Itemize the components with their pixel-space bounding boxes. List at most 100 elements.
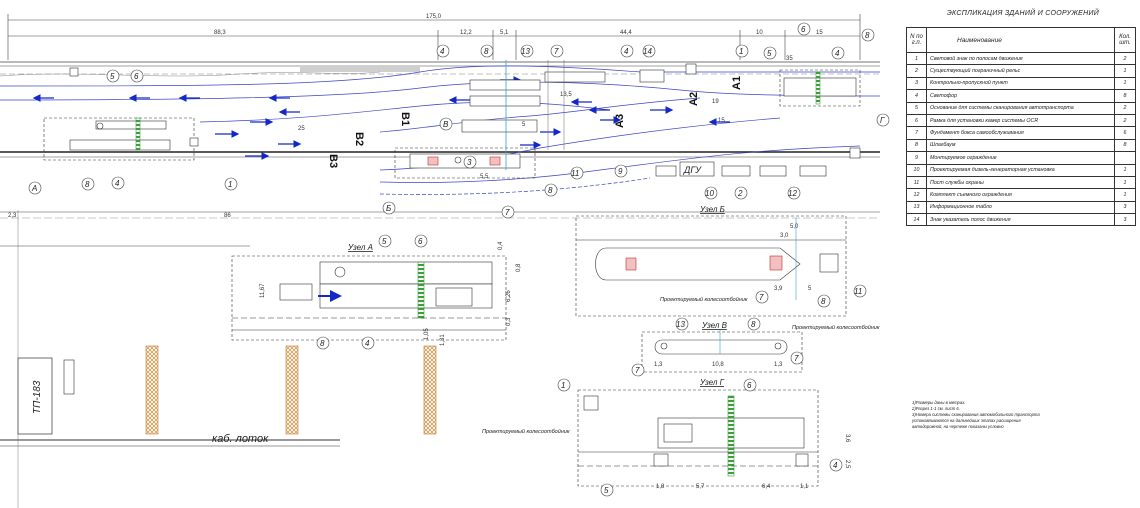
legend-row: 5 Основание для системы сканирования авто… [906,101,1136,115]
svg-text:1: 1 [739,47,743,56]
legend-cell-number: 2 [906,64,927,78]
svg-text:7: 7 [505,208,510,217]
legend-row: 3 Контрольно-пропускной пункт 1 [906,76,1136,91]
svg-text:8: 8 [85,180,90,189]
legend-cell-qty: 3 [1114,213,1136,227]
svg-text:12: 12 [788,189,797,198]
detail-v-title: Узел В [701,321,728,330]
legend-row: 1 Световой знак по полосам движения 2 [906,51,1136,66]
legend-cell-number: 13 [906,200,927,215]
svg-text:9: 9 [618,167,623,176]
legend-cell-name: Световой знак по полосам движения [926,51,1115,66]
tp-label: ТП-183 [32,380,43,414]
detail-g-dim-4: 1,1 [800,484,809,490]
detail-a-dim-3: 0,8 [516,263,522,272]
svg-text:8: 8 [548,186,553,195]
legend-row: 6 Рамка для установки камер системы OCR 2 [906,113,1136,128]
legend-cell-name: Светофор [926,89,1115,103]
detail-b-dim-3: 3,9 [774,286,783,292]
detail-a-dim-6: 1,05 [424,328,430,340]
dim-5-5: 5,5 [480,174,489,180]
dim-86: 86 [224,213,231,219]
legend-cell-number: 12 [906,188,927,202]
legend-cell-qty: 1 [1114,163,1136,177]
legend-cell-number: 4 [906,89,927,103]
legend-cell-name: Шлагбаум [926,138,1115,153]
lane-label-b3: B3 [327,154,339,168]
legend-header-row: N по г.п. Наименование Кол. шт. [906,27,1136,53]
svg-text:3: 3 [467,158,472,167]
detail-g [577,389,819,487]
legend-row: 4 Светофор 8 [906,89,1136,103]
legend-col-qty: Кол. шт. [1114,27,1136,53]
legend-cell-qty: 3 [1114,200,1136,215]
legend-cell-name: Контрольно-пропускной пункт [926,76,1115,91]
detail-a [231,255,507,341]
legend-cell-number: 14 [906,213,927,227]
svg-text:4: 4 [833,461,838,470]
detail-g-dim-3: 6,4 [762,484,771,490]
note-5: автодорожной, на чертеже показаны условн… [912,424,1004,429]
svg-text:6: 6 [418,237,423,246]
svg-text:10: 10 [705,189,714,198]
svg-text:8: 8 [320,339,325,348]
legend-row: 14 Знак указатель полос движения 3 [906,213,1136,227]
legend-row: 10 Проектируемая дизель-генераторная уста… [906,163,1136,177]
legend-cell-name: Рамка для установки камер системы OCR [926,113,1115,128]
legend-cell-name: Пост службы охраны [926,175,1115,190]
legend-cell-number: 8 [906,138,927,153]
svg-text:8: 8 [821,297,826,306]
legend-cell-name: Информационное табло [926,200,1115,215]
notes: 1)Размеры даны в метрах. 2)Разрез 1-1 см… [911,400,1040,429]
detail-a-dim-4: 6,26 [506,290,512,302]
dgu-label: ДГУ [683,165,702,175]
callout-node-b: Б [386,204,391,213]
legend-cell-qty: 1 [1114,64,1136,78]
detail-g-proj-label: Проектируемый колесоотбойник [482,428,570,435]
legend-cell-qty: 8 [1114,89,1136,103]
legend-row: 13 Информационное табло 3 [906,200,1136,215]
svg-text:8: 8 [484,47,489,56]
legend-row: 11 Пост службы охраны 1 [906,175,1136,190]
detail-a-dim-1: 0,4 [498,241,504,250]
legend-cell-name: Комплект съемного ограждения [926,188,1115,202]
detail-g-dim-1: 1,8 [656,484,665,490]
legend-col-number: N по г.п. [906,27,927,53]
svg-text:4: 4 [624,47,629,56]
dim-19: 19 [712,99,719,105]
legend-cell-name: Проектируемая дизель-генераторная устано… [926,163,1115,177]
svg-text:4: 4 [365,339,370,348]
legend-cell-qty: 1 [1114,188,1136,202]
dim-2-3: 2,3 [8,213,17,219]
svg-text:7: 7 [635,366,640,375]
svg-text:1: 1 [228,180,232,189]
dim-15b: 15 [718,118,725,124]
detail-b-proj-label: Проектируемый колесоотбойник [660,296,748,303]
top-dimension-chain [7,14,861,60]
legend-row: 7 Фундамент бокса самообслуживания 6 [906,126,1136,140]
legend-cell-name: Фундамент бокса самообслуживания [926,126,1115,140]
dim-5-1: 5,1 [500,30,509,36]
svg-text:6: 6 [747,381,752,390]
dim-88-3: 88,3 [214,30,226,36]
dim-15: 15 [816,30,823,36]
legend-cell-qty: 2 [1114,101,1136,115]
legend-col-name: Наименование [926,27,1115,53]
detail-v-proj-label: Проектируемый колесоотбойник [792,324,880,331]
svg-text:7: 7 [794,354,799,363]
gate-left [43,117,199,161]
gate-right [639,63,861,159]
legend-cell-name: Монтируемое ограждение [926,151,1115,165]
svg-text:7: 7 [759,293,764,302]
lane-label-b2: B2 [353,132,365,146]
detail-a-title: Узел А [347,243,373,252]
callout-node-a: А [31,184,37,193]
legend-cell-qty: 6 [1114,126,1136,140]
legend-cell-number: 11 [906,175,927,190]
detail-b-dim-4: 5 [808,286,812,292]
detail-v-dim-1: 10,8 [712,362,724,368]
svg-text:5: 5 [382,237,387,246]
detail-a-dim-7: 1,31 [440,334,446,346]
svg-text:13: 13 [676,320,685,329]
legend-cell-number: 3 [906,76,927,91]
